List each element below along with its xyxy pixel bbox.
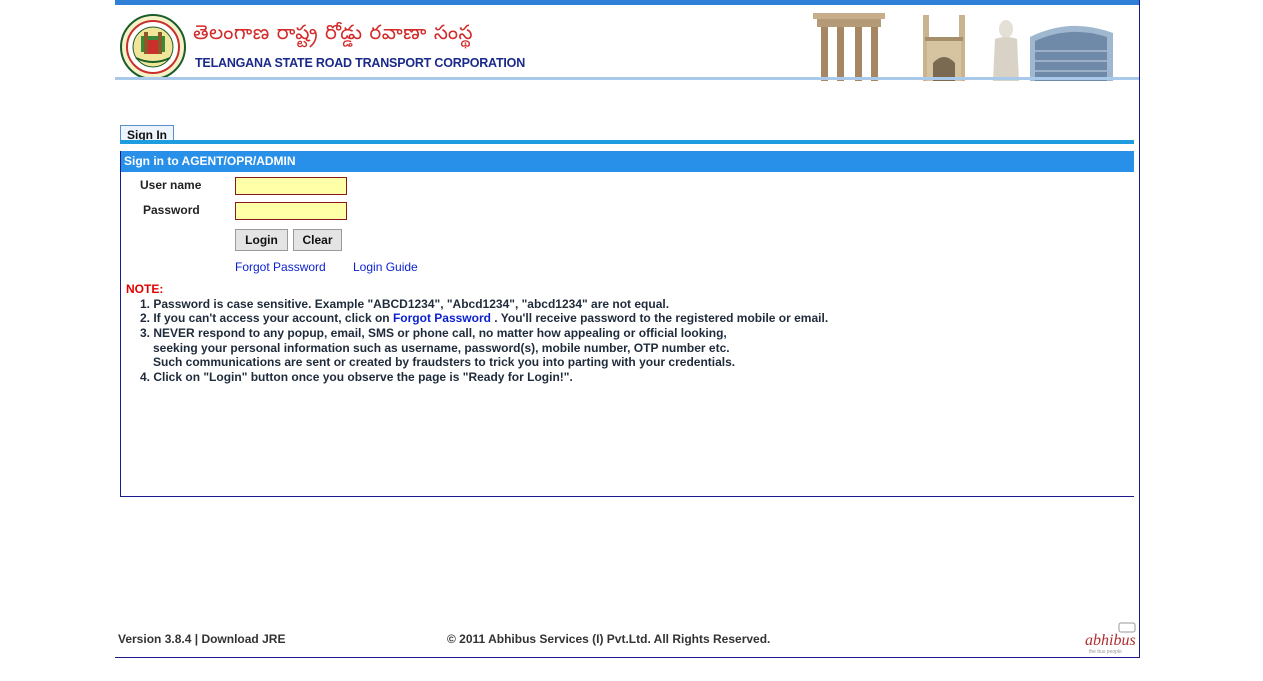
footer-version: Version 3.8.4 | Download JRE [118,632,285,646]
tab-bar: Sign In [120,125,1134,145]
username-label: User name [140,178,202,192]
corp-name-english: TELANGANA STATE ROAD TRANSPORT CORPORATI… [195,56,526,70]
login-guide-link[interactable]: Login Guide [353,260,418,274]
panel-title: Sign in to AGENT/OPR/ADMIN [121,151,1134,172]
header: తెలంగాణ రాష్ట్ర రోడ్డు రవాణా సంస్థ TELAN… [115,5,1139,81]
download-jre-link[interactable]: Download JRE [201,632,285,646]
version-text: Version 3.8.4 [118,632,192,646]
abhibus-tagline: the bus people [1089,649,1122,655]
note-forgot-password-link[interactable]: Forgot Password [393,311,491,325]
clear-button[interactable]: Clear [293,229,342,251]
username-input[interactable] [235,177,347,195]
note-item-2-text: 2. If you can't access your account, cli… [140,311,393,325]
password-input[interactable] [235,202,347,220]
abhibus-logo-text: abhibus [1085,632,1136,649]
note-item-2: 2. If you can't access your account, cli… [140,311,828,325]
page-container: తెలంగాణ రాష్ట్ర రోడ్డు రవాణా సంస్థ TELAN… [115,0,1140,658]
note-item-4: 4. Click on "Login" button once you obse… [140,370,573,384]
forgot-password-link[interactable]: Forgot Password [235,260,326,274]
note-item-2-suffix: . You'll receive password to the registe… [490,311,829,325]
abhibus-logo: abhibus the bus people [1085,622,1136,655]
header-divider [115,77,1139,80]
password-label: Password [143,203,200,217]
note-item-3: 3. NEVER respond to any popup, email, SM… [140,326,727,340]
tsrtc-logo: తెలంగాణ రాష్ట్ర రోడ్డు రవాణా సంస్థ TELAN… [118,12,525,80]
note-item-3-line-3: Such communications are sent or created … [153,355,736,369]
note-heading: NOTE: [126,282,164,296]
footer-separator: | [194,632,199,646]
corp-name-telugu: తెలంగాణ రాష్ట్ర రోడ్డు రవాణా సంస్థ [193,20,474,44]
tsrtc-seal-icon [120,14,186,80]
tab-underline [120,140,1134,144]
note-item-3-line-2: seeking your personal information such a… [153,341,730,355]
login-button[interactable]: Login [235,229,288,251]
sign-in-panel: Sign in to AGENT/OPR/ADMIN User name Pas… [120,151,1134,497]
copyright-text: © 2011 Abhibus Services (I) Pvt.Ltd. All… [447,632,771,646]
landmarks-banner-image [795,11,1125,81]
note-item-1: 1. Password is case sensitive. Example "… [140,297,670,311]
